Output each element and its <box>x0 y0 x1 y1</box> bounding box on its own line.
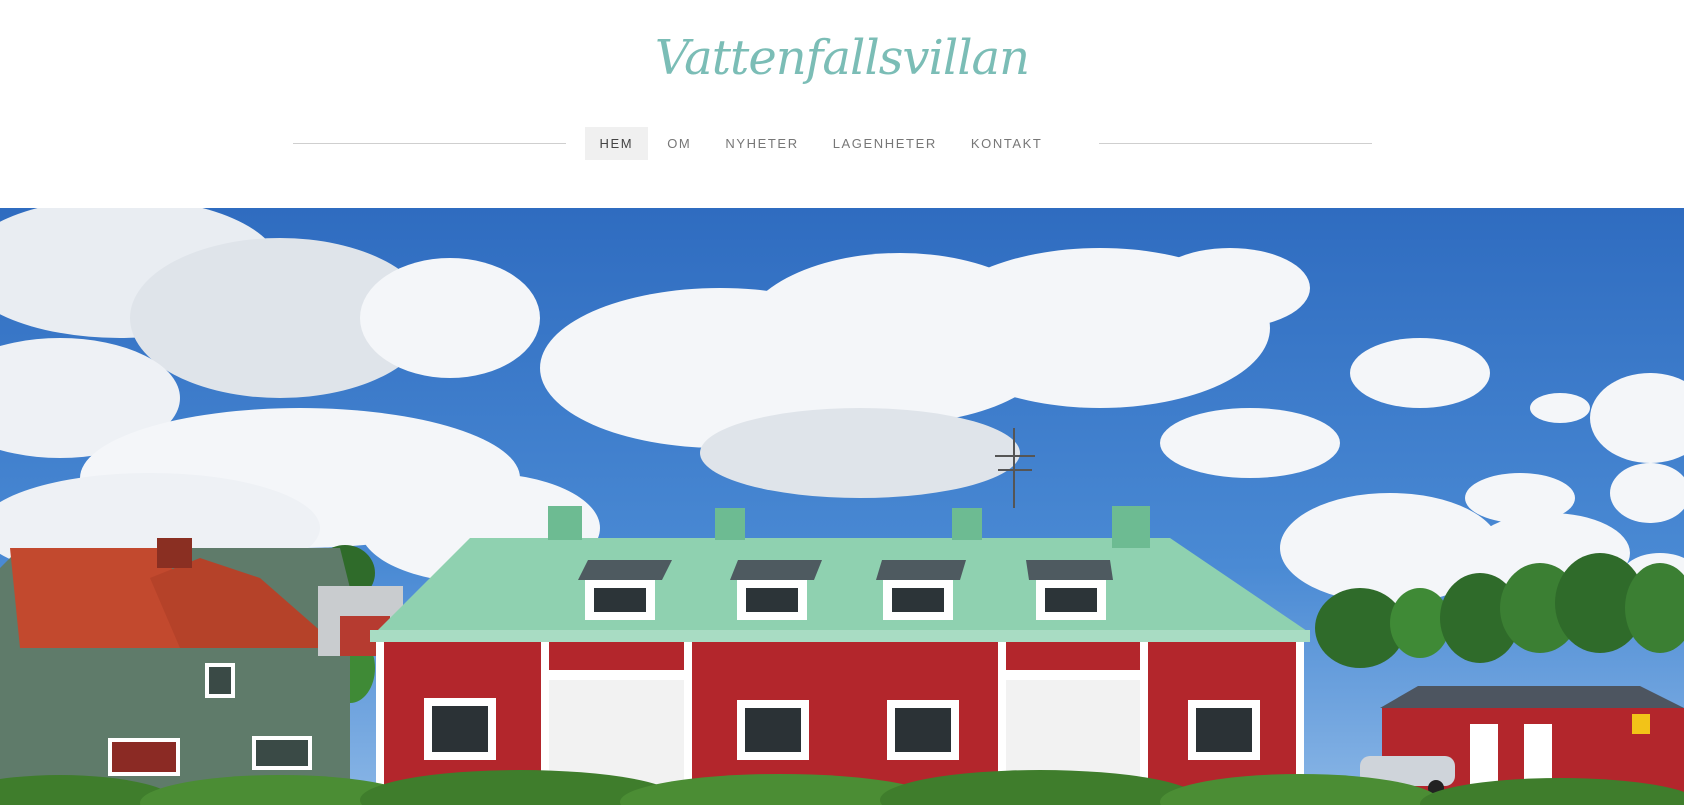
site-header: Vattenfallsvillan HEM OM NYHETER LAGENHE… <box>0 0 1684 208</box>
green-house <box>0 538 350 805</box>
nav-divider-right <box>1099 143 1372 144</box>
nav-item-hem[interactable]: HEM <box>584 127 649 160</box>
site-logo[interactable]: Vattenfallsvillan <box>0 30 1684 86</box>
nav-item-om[interactable]: OM <box>652 127 706 160</box>
hero-image <box>0 208 1684 805</box>
nav-item-nyheter[interactable]: NYHETER <box>710 127 813 160</box>
nav-item-kontakt[interactable]: KONTAKT <box>956 127 1058 160</box>
nav-item-lagenheter[interactable]: LAGENHETER <box>818 127 952 160</box>
hero-photo <box>0 208 1684 805</box>
main-nav: HEM OM NYHETER LAGENHETER KONTAKT <box>0 127 1684 160</box>
